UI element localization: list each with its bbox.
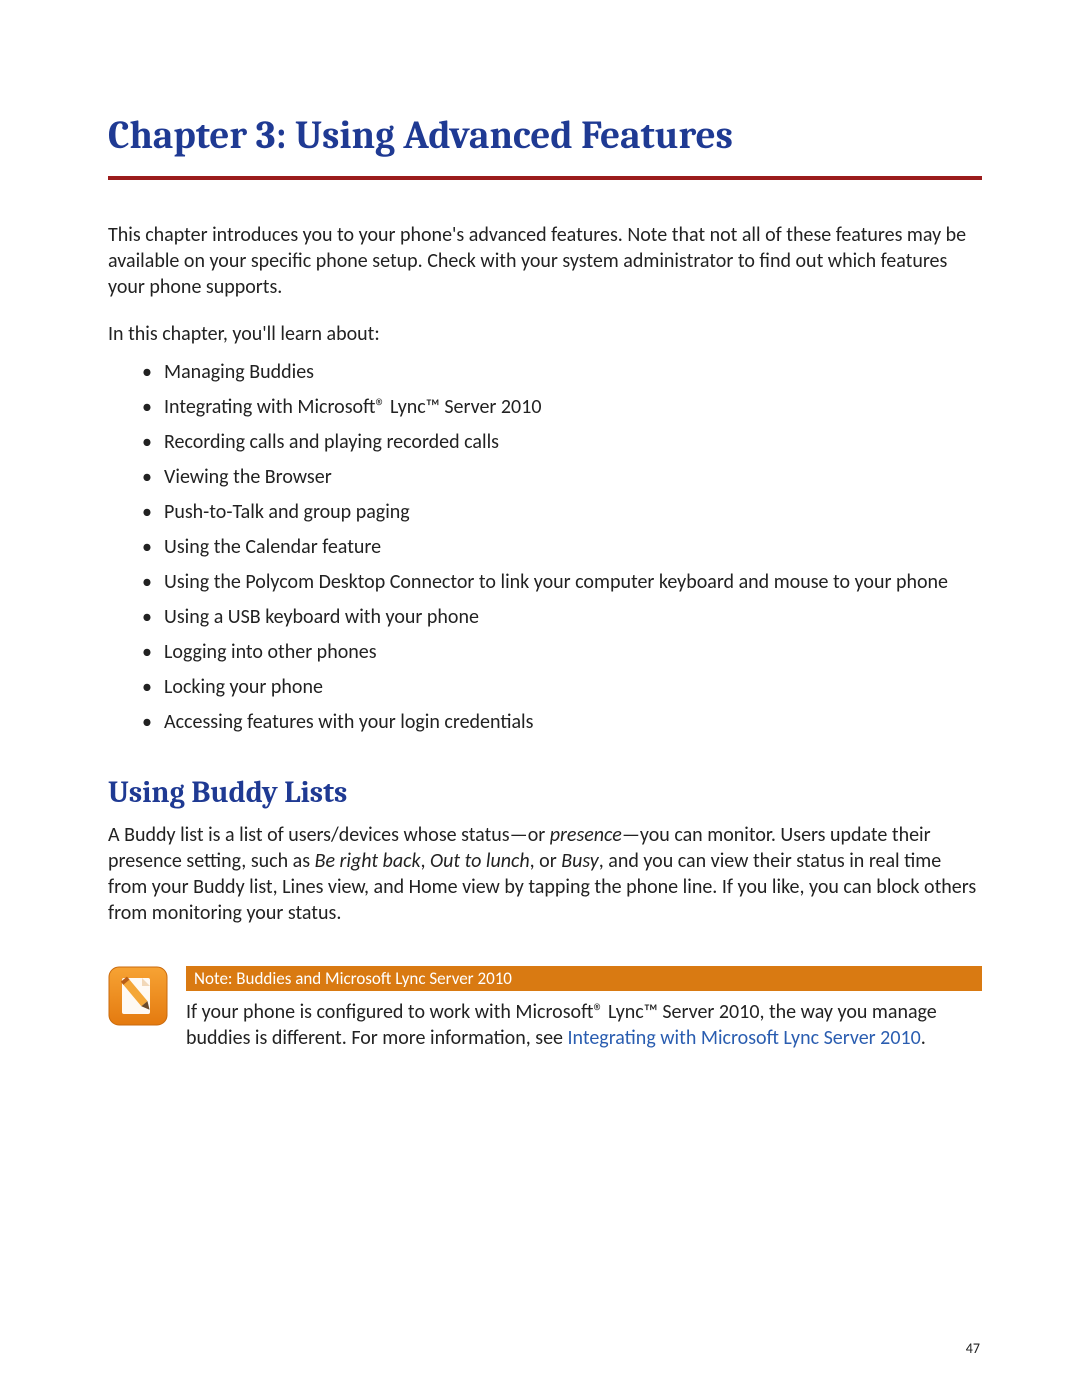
topic-item: Viewing the Browser <box>164 465 982 490</box>
note-content: Note: Buddies and Microsoft Lync Server … <box>186 966 982 1051</box>
topic-item: Recording calls and playing recorded cal… <box>164 430 982 455</box>
topic-item: Integrating with Microsoft® Lync™ Server… <box>164 395 982 420</box>
note-body: If your phone is configured to work with… <box>186 999 982 1051</box>
topic-item: Logging into other phones <box>164 640 982 665</box>
topics-list: Managing Buddies Integrating with Microso… <box>108 360 982 735</box>
chapter-title: Chapter 3: Using Advanced Features <box>108 115 982 158</box>
topic-item: Accessing features with your login crede… <box>164 710 982 735</box>
section-title: Using Buddy Lists <box>108 775 982 810</box>
title-rule <box>108 176 982 180</box>
intro-paragraph: This chapter introduces you to your phon… <box>108 222 982 300</box>
section-paragraph: A Buddy list is a list of users/devices … <box>108 822 982 926</box>
note-body-suffix: . <box>921 1026 926 1050</box>
topic-item: Managing Buddies <box>164 360 982 385</box>
note-block: Note: Buddies and Microsoft Lync Server … <box>108 966 982 1051</box>
note-icon <box>108 966 168 1026</box>
topic-item: Using a USB keyboard with your phone <box>164 605 982 630</box>
topic-item: Using the Polycom Desktop Connector to l… <box>164 570 982 595</box>
note-header: Note: Buddies and Microsoft Lync Server … <box>186 966 982 991</box>
note-link[interactable]: Integrating with Microsoft Lync Server 2… <box>568 1026 921 1050</box>
topics-lead-in: In this chapter, you'll learn about: <box>108 322 982 346</box>
page-number: 47 <box>966 1340 980 1357</box>
document-page: Chapter 3: Using Advanced Features This … <box>0 0 1080 1397</box>
topic-item: Push-to-Talk and group paging <box>164 500 982 525</box>
topic-item: Using the Calendar feature <box>164 535 982 560</box>
topic-item: Locking your phone <box>164 675 982 700</box>
